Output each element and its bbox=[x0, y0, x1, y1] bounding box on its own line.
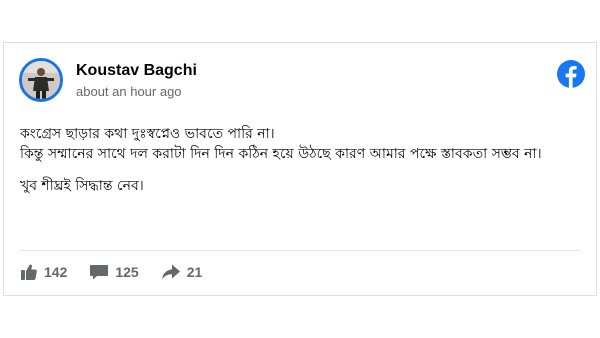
comment-count: 125 bbox=[115, 264, 139, 280]
post-line-1: কংগ্রেস ছাড়ার কথা দুঃস্বপ্নেও ভাবতে পার… bbox=[20, 126, 275, 142]
engagement-bar: 142 125 21 bbox=[20, 261, 224, 283]
thumbs-up-icon bbox=[21, 264, 37, 280]
post-line-2: কিন্তু সম্মানের সাথে দল করাটা দিন দিন কঠ… bbox=[20, 146, 542, 162]
facebook-post-card: Koustav Bagchi about an hour ago কংগ্রেস… bbox=[3, 42, 597, 296]
post-timestamp[interactable]: about an hour ago bbox=[76, 84, 182, 99]
share-count: 21 bbox=[186, 264, 203, 280]
divider bbox=[20, 250, 580, 251]
share-arrow-icon bbox=[161, 264, 180, 280]
post-text-first-paragraph: কংগ্রেস ছাড়ার কথা দুঃস্বপ্নেও ভাবতে পার… bbox=[20, 124, 580, 164]
avatar[interactable] bbox=[19, 58, 63, 102]
facebook-logo-icon[interactable] bbox=[557, 60, 585, 88]
post-body: কংগ্রেস ছাড়ার কথা দুঃস্বপ্নেও ভাবতে পার… bbox=[20, 124, 580, 196]
like-count: 142 bbox=[44, 264, 68, 280]
author-name[interactable]: Koustav Bagchi bbox=[76, 62, 197, 80]
comment-bubble-icon bbox=[90, 265, 109, 280]
like-stat[interactable]: 142 bbox=[20, 263, 67, 281]
comment-stat[interactable]: 125 bbox=[89, 263, 139, 281]
post-text-second-paragraph: খুব শীঘ্রই সিদ্ধান্ত নেব। bbox=[20, 178, 144, 194]
avatar-photo-icon bbox=[22, 61, 60, 99]
share-stat[interactable]: 21 bbox=[161, 263, 203, 281]
